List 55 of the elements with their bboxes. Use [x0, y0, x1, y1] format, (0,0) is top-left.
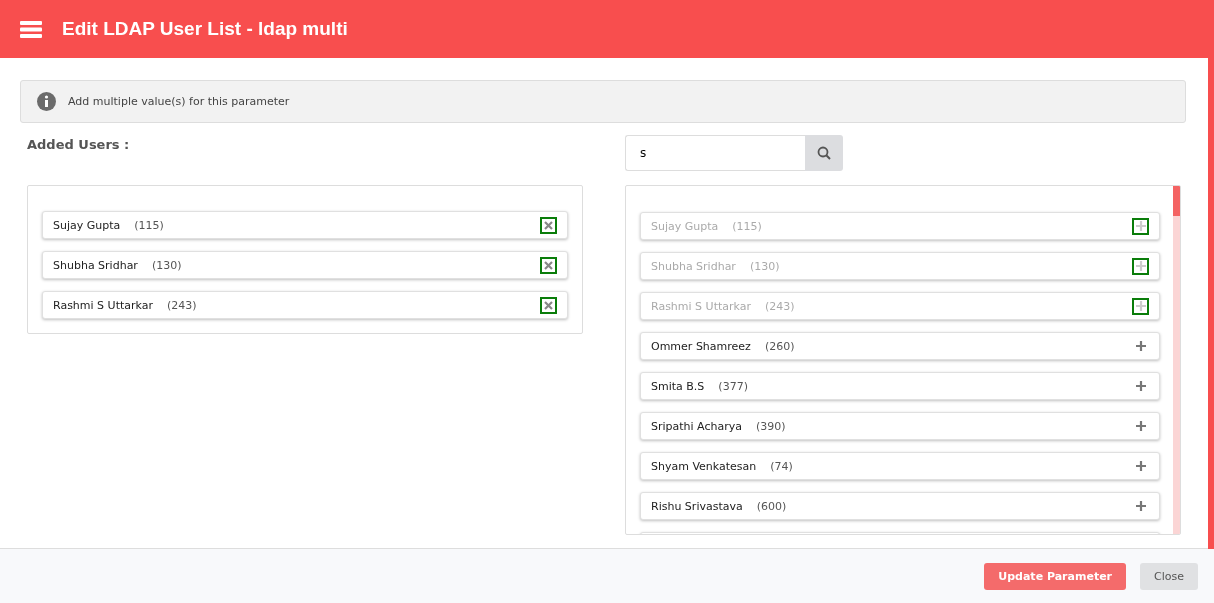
plus-icon [1135, 341, 1146, 351]
scrollbar[interactable] [1173, 186, 1180, 534]
user-name: Sripathi Acharya [651, 419, 742, 433]
plus-icon [1135, 421, 1146, 431]
add-button[interactable] [1132, 217, 1149, 235]
plus-icon [1135, 221, 1146, 231]
user-name: Shubha Sridhar [53, 258, 138, 272]
plus-icon [1135, 261, 1146, 271]
user-name: Shyam Venkatesan [651, 459, 757, 473]
plus-icon [1135, 381, 1146, 391]
remove-button[interactable] [540, 216, 557, 234]
user-item[interactable]: Shyam Venkatesan (74) [640, 452, 1160, 480]
page-scrollbar[interactable] [1208, 58, 1214, 549]
user-id: (243) [167, 298, 198, 312]
user-name: Rishu Srivastava [651, 499, 743, 513]
user-id: (260) [764, 339, 796, 353]
user-id: (130) [151, 258, 183, 272]
plus-icon [1135, 501, 1146, 511]
server-icon [20, 20, 42, 38]
remove-button[interactable] [540, 256, 557, 274]
user-item[interactable]: Smita B.S (377) [640, 372, 1160, 400]
dialog-title: Edit LDAP User List - ldap multi [62, 18, 348, 40]
user-name: Sujay Gupta [53, 218, 121, 232]
close-icon [544, 220, 553, 230]
user-id: (130) [749, 259, 781, 273]
user-id: (115) [732, 219, 763, 233]
user-id: (74) [770, 459, 794, 473]
close-button[interactable]: Close [1140, 562, 1198, 590]
user-name: Sujay Gupta [651, 219, 719, 233]
add-button[interactable] [1132, 257, 1149, 275]
user-name: Smita B.S [651, 379, 705, 393]
plus-icon [1135, 301, 1146, 311]
user-id: (600) [756, 499, 788, 513]
add-button[interactable] [1132, 297, 1149, 315]
info-icon [37, 92, 56, 111]
user-id: (243) [765, 299, 796, 313]
user-id: (115) [134, 218, 165, 232]
search-field[interactable]: s [625, 135, 805, 171]
search-button[interactable] [805, 135, 843, 171]
section-label: Added Users : [27, 137, 131, 154]
user-name: Rashmi S Uttarkar [53, 298, 153, 312]
remove-button[interactable] [540, 296, 557, 314]
user-id: (390) [756, 419, 787, 433]
user-item[interactable]: Rishu Srivastava (600) [640, 492, 1160, 520]
user-item[interactable]: Ommer Shamreez (260) [640, 332, 1160, 360]
search-icon [817, 146, 831, 160]
user-name: Shubha Sridhar [651, 259, 736, 273]
user-name: Ommer Shamreez [651, 339, 751, 353]
user-id: (377) [718, 379, 749, 393]
user-name: Rashmi S Uttarkar [651, 299, 751, 313]
close-icon [544, 300, 553, 310]
info-text: Add multiple value(s) for this parameter [68, 95, 290, 108]
close-icon [544, 260, 553, 270]
user-item[interactable]: Sripathi Acharya (390) [640, 412, 1160, 440]
plus-icon [1135, 461, 1146, 471]
